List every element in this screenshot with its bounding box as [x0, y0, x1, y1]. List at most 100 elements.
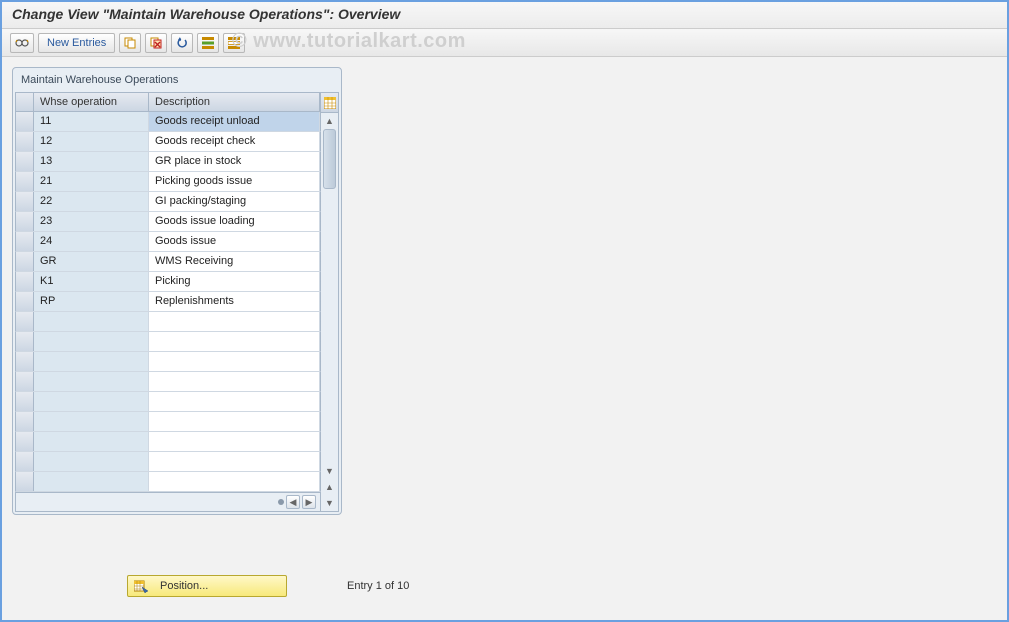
cell-description[interactable]: Replenishments [149, 292, 320, 311]
select-all-button[interactable] [197, 33, 219, 53]
position-button[interactable]: Position... [127, 575, 287, 597]
row-selector[interactable] [16, 132, 34, 151]
scroll-thumb[interactable] [323, 129, 336, 189]
row-selector[interactable] [16, 172, 34, 191]
row-selector[interactable] [16, 292, 34, 311]
row-selector[interactable] [16, 192, 34, 211]
row-selector[interactable] [16, 352, 34, 371]
scroll-down2-button[interactable]: ▼ [321, 495, 338, 511]
select-all-icon [202, 37, 214, 49]
row-selector[interactable] [16, 272, 34, 291]
cell-description[interactable]: GR place in stock [149, 152, 320, 171]
column-header-description[interactable]: Description [149, 93, 320, 111]
cell-description[interactable]: Picking [149, 272, 320, 291]
cell-description[interactable]: Goods issue [149, 232, 320, 251]
cell-description[interactable] [149, 432, 320, 451]
copy-button[interactable] [119, 33, 141, 53]
scroll-left-button[interactable]: ◀ [286, 495, 300, 509]
cell-description[interactable]: Goods issue loading [149, 212, 320, 231]
table-row[interactable] [15, 392, 321, 412]
cell-description[interactable]: Goods receipt check [149, 132, 320, 151]
cell-operation[interactable]: K1 [34, 272, 149, 291]
cell-description[interactable] [149, 452, 320, 471]
row-selector[interactable] [16, 112, 34, 131]
row-selector[interactable] [16, 252, 34, 271]
table-row[interactable]: 23Goods issue loading [15, 212, 321, 232]
cell-description[interactable]: WMS Receiving [149, 252, 320, 271]
cell-operation[interactable] [34, 472, 149, 491]
row-selector[interactable] [16, 412, 34, 431]
table-row[interactable]: 24Goods issue [15, 232, 321, 252]
cell-operation[interactable]: 24 [34, 232, 149, 251]
row-selector[interactable] [16, 372, 34, 391]
cell-operation[interactable]: GR [34, 252, 149, 271]
cell-operation[interactable]: 12 [34, 132, 149, 151]
table-row[interactable]: 11Goods receipt unload [15, 112, 321, 132]
table-row[interactable] [15, 472, 321, 492]
row-selector[interactable] [16, 212, 34, 231]
toggle-button[interactable] [10, 33, 34, 53]
row-selector[interactable] [16, 312, 34, 331]
cell-description[interactable]: Picking goods issue [149, 172, 320, 191]
scroll-up2-button[interactable]: ▲ [321, 479, 338, 495]
undo-button[interactable] [171, 33, 193, 53]
row-selector-header[interactable] [16, 93, 34, 111]
cell-description[interactable] [149, 372, 320, 391]
scroll-up-button[interactable]: ▲ [321, 113, 338, 129]
table-row[interactable]: 12Goods receipt check [15, 132, 321, 152]
cell-operation[interactable] [34, 412, 149, 431]
table-settings-button[interactable] [321, 93, 338, 113]
cell-description[interactable]: GI packing/staging [149, 192, 320, 211]
table-row[interactable] [15, 452, 321, 472]
table-row[interactable] [15, 372, 321, 392]
cell-description[interactable] [149, 392, 320, 411]
cell-description[interactable] [149, 472, 320, 491]
cell-description[interactable]: Goods receipt unload [149, 112, 320, 131]
row-selector[interactable] [16, 152, 34, 171]
deselect-all-button[interactable] [223, 33, 245, 53]
row-selector[interactable] [16, 332, 34, 351]
delete-button[interactable] [145, 33, 167, 53]
cell-operation[interactable] [34, 452, 149, 471]
row-selector[interactable] [16, 472, 34, 491]
table-row[interactable] [15, 432, 321, 452]
cell-operation[interactable]: 11 [34, 112, 149, 131]
table-row[interactable]: RPReplenishments [15, 292, 321, 312]
cell-operation[interactable] [34, 332, 149, 351]
table-row[interactable]: 13GR place in stock [15, 152, 321, 172]
new-entries-button[interactable]: New Entries [38, 33, 115, 53]
table-row[interactable] [15, 412, 321, 432]
scroll-right-button[interactable]: ▶ [302, 495, 316, 509]
entry-count-label: Entry 1 of 10 [347, 580, 409, 592]
cell-description[interactable] [149, 312, 320, 331]
row-selector[interactable] [16, 452, 34, 471]
cell-operation[interactable]: 21 [34, 172, 149, 191]
cell-description[interactable] [149, 412, 320, 431]
scroll-down-button[interactable]: ▼ [321, 463, 338, 479]
cell-operation[interactable] [34, 352, 149, 371]
table-row[interactable]: 22GI packing/staging [15, 192, 321, 212]
table-row[interactable]: K1Picking [15, 272, 321, 292]
scroll-track[interactable] [321, 129, 338, 463]
cell-operation[interactable] [34, 392, 149, 411]
table-row[interactable]: 21Picking goods issue [15, 172, 321, 192]
table-row[interactable] [15, 312, 321, 332]
cell-operation[interactable]: 13 [34, 152, 149, 171]
cell-description[interactable] [149, 332, 320, 351]
column-header-operation[interactable]: Whse operation [34, 93, 149, 111]
table-row[interactable]: GRWMS Receiving [15, 252, 321, 272]
row-selector[interactable] [16, 432, 34, 451]
cell-description[interactable] [149, 352, 320, 371]
cell-operation[interactable]: 23 [34, 212, 149, 231]
cell-operation[interactable]: 22 [34, 192, 149, 211]
horizontal-scrollbar[interactable]: ◀ ▶ [15, 492, 321, 512]
vertical-scrollbar[interactable]: ▲ ▼ ▲ ▼ [321, 92, 339, 512]
cell-operation[interactable] [34, 372, 149, 391]
cell-operation[interactable] [34, 312, 149, 331]
cell-operation[interactable] [34, 432, 149, 451]
table-row[interactable] [15, 332, 321, 352]
row-selector[interactable] [16, 232, 34, 251]
cell-operation[interactable]: RP [34, 292, 149, 311]
table-row[interactable] [15, 352, 321, 372]
row-selector[interactable] [16, 392, 34, 411]
